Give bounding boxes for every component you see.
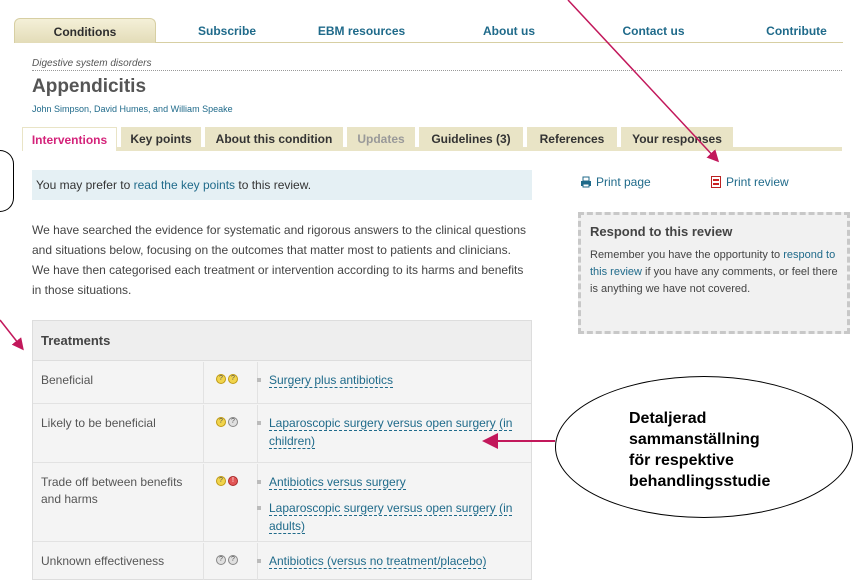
category-label: Trade off between benefits and harms — [41, 475, 183, 506]
callout-text: Detaljerad sammanställning för respektiv… — [629, 410, 771, 490]
treatment-links: Antibiotics versus surgery Laparoscopic … — [257, 473, 531, 543]
tab-about-condition[interactable]: About this condition — [205, 127, 343, 151]
treatment-links: Surgery plus antibiotics — [257, 371, 531, 397]
category-label: Likely to be beneficial — [41, 416, 156, 430]
print-page-link[interactable]: Print page — [580, 175, 651, 189]
treatment-link[interactable]: Antibiotics versus surgery — [257, 473, 531, 491]
nav-contact-us[interactable]: Contact us — [606, 18, 701, 43]
notice-prefix: You may prefer to — [36, 178, 134, 192]
tab-updates: Updates — [347, 127, 415, 151]
tab-key-points[interactable]: Key points — [121, 127, 201, 151]
read-key-points-link[interactable]: read the key points — [134, 178, 235, 192]
intro-paragraph: We have searched the evidence for system… — [32, 223, 527, 297]
benefit-gold-icon: ? — [216, 374, 226, 384]
content-tabs: Interventions Key points About this cond… — [22, 127, 842, 151]
treatment-link[interactable]: Laparoscopic surgery versus open surgery… — [257, 499, 531, 535]
treatment-links: Antibiotics (versus no treatment/placebo… — [257, 552, 531, 578]
bullet-icon — [257, 378, 261, 382]
page-title: Appendicitis — [32, 76, 147, 97]
main-navigation: Conditions Subscribe EBM resources About… — [14, 18, 843, 43]
table-row: Beneficial ? ? Surgery plus antibiotics — [33, 362, 531, 404]
pdf-icon — [711, 176, 721, 188]
bullet-icon — [257, 506, 261, 510]
benefit-gold-icon: ? — [216, 476, 226, 486]
nav-ebm-resources[interactable]: EBM resources — [304, 18, 419, 43]
table-row: Trade off between benefits and harms ? !… — [33, 464, 531, 542]
unknown-grey-icon: ? — [228, 417, 238, 427]
respond-text: Remember you have the opportunity to res… — [590, 249, 838, 295]
treatment-link[interactable]: Antibiotics (versus no treatment/placebo… — [257, 552, 531, 570]
rating-icons: ? ! — [203, 464, 258, 541]
arrow-to-treatments — [0, 319, 24, 351]
left-annotation-ellipse — [0, 150, 14, 212]
benefit-gold-icon: ? — [228, 374, 238, 384]
printer-icon — [581, 176, 591, 188]
print-review-link[interactable]: Print review — [710, 175, 789, 189]
nav-conditions[interactable]: Conditions — [14, 18, 156, 43]
rating-icons: ? ? — [203, 362, 258, 403]
rating-icons: ? ? — [203, 543, 258, 580]
unknown-grey-icon: ? — [216, 555, 226, 565]
treatments-header: Treatments — [33, 321, 531, 361]
harm-red-icon: ! — [228, 476, 238, 486]
bullet-icon — [257, 421, 261, 425]
bullet-icon — [257, 559, 261, 563]
treatment-link[interactable]: Laparoscopic surgery versus open surgery… — [257, 414, 531, 450]
respond-box: Respond to this review Remember you have… — [578, 212, 850, 334]
bullet-icon — [257, 480, 261, 484]
rating-icons: ? ? — [203, 405, 258, 462]
treatment-links: Laparoscopic surgery versus open surgery… — [257, 414, 531, 458]
notice-suffix: to this review. — [235, 178, 312, 192]
table-row: Likely to be beneficial ? ? Laparoscopic… — [33, 405, 531, 463]
tab-guidelines[interactable]: Guidelines (3) — [419, 127, 523, 151]
nav-contribute[interactable]: Contribute — [749, 18, 844, 43]
category-label: Beneficial — [41, 373, 94, 387]
tab-your-responses[interactable]: Your responses — [621, 127, 733, 151]
treatments-table: Treatments Beneficial ? ? Surgery plus a… — [32, 320, 532, 580]
table-row: Unknown effectiveness ? ? Antibiotics (v… — [33, 543, 531, 580]
treatment-link[interactable]: Surgery plus antibiotics — [257, 371, 531, 389]
nav-about-us[interactable]: About us — [469, 18, 549, 43]
authors-link[interactable]: John Simpson, David Humes, and William S… — [32, 104, 233, 114]
benefit-gold-icon: ? — [216, 417, 226, 427]
respond-title: Respond to this review — [590, 224, 733, 239]
unknown-grey-icon: ? — [228, 555, 238, 565]
nav-subscribe[interactable]: Subscribe — [182, 18, 272, 43]
tab-interventions[interactable]: Interventions — [22, 127, 117, 151]
category-label: Unknown effectiveness — [41, 554, 165, 568]
key-points-notice: You may prefer to read the key points to… — [32, 170, 532, 200]
tab-references[interactable]: References — [527, 127, 617, 151]
breadcrumb[interactable]: Digestive system disorders — [32, 58, 842, 71]
